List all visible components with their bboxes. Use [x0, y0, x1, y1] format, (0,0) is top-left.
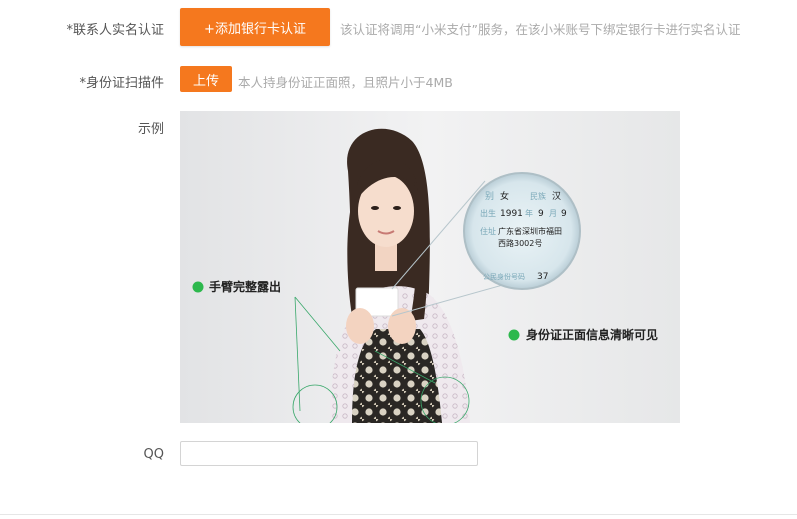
annotation-dot-icon	[192, 281, 204, 293]
upload-button[interactable]: 上传	[180, 66, 232, 92]
id-row2-month: 9	[538, 209, 544, 219]
id-row2-year-unit: 年	[525, 208, 533, 218]
id-row1-label2: 民族	[530, 191, 546, 201]
bank-verification-hint: 该认证将调用“小米支付”服务，在该小米账号下绑定银行卡进行实名认证	[340, 22, 741, 37]
id-row2-day: 9	[561, 209, 567, 219]
id-row4-label: 公民身份号码	[483, 272, 525, 281]
bottom-divider	[0, 514, 797, 515]
qq-input[interactable]	[180, 441, 478, 466]
id-row1-label: 别	[485, 191, 494, 202]
id-row1-value2: 汉	[552, 191, 561, 202]
id-row4-value: 37	[537, 272, 548, 282]
qq-label: QQ	[143, 447, 164, 462]
id-row2-month-unit: 月	[549, 209, 557, 218]
add-bank-card-button[interactable]: +添加银行卡认证	[180, 8, 330, 46]
example-label: 示例	[137, 122, 164, 137]
id-card-magnifier: 别 女 民族 汉 出生 1991 年 9 月 9 住址 广东省深圳市福田 西路3…	[463, 172, 581, 290]
id-scan-label: *身份证扫描件	[79, 76, 164, 91]
id-row3-label: 住址	[480, 226, 496, 236]
annotation-arm: 手臂完整露出	[209, 279, 281, 294]
id-row3-value1: 广东省深圳市福田	[498, 226, 562, 236]
contact-verification-label: *联系人实名认证	[66, 23, 164, 38]
upload-hint: 本人持身份证正面照，且照片小于4MB	[238, 75, 453, 90]
example-photo: 别 女 民族 汉 出生 1991 年 9 月 9 住址 广东省深圳市福田 西路3…	[180, 111, 680, 423]
id-row2-label: 出生	[480, 208, 496, 218]
annotation-id-visible: 身份证正面信息清晰可见	[526, 327, 658, 342]
id-row2-year: 1991	[500, 209, 523, 219]
id-row3-value2: 西路3002号	[498, 238, 542, 248]
annotation-dot-icon	[508, 329, 520, 341]
id-row1-value: 女	[500, 190, 509, 202]
